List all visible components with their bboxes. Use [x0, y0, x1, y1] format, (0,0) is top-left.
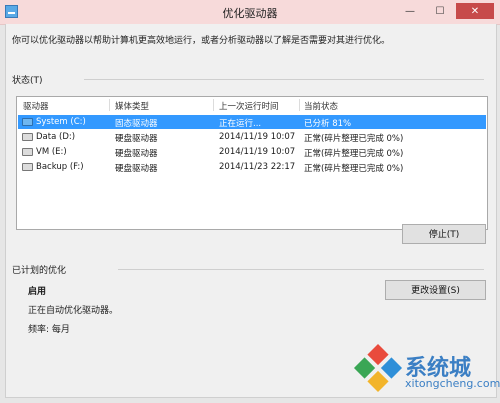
media-type: 硬盘驱动器	[115, 149, 158, 159]
media-type: 硬盘驱动器	[115, 134, 158, 144]
hard-drive-icon	[22, 163, 33, 171]
stop-button[interactable]: 停止(T)	[402, 224, 486, 244]
schedule-state: 启用	[28, 287, 47, 297]
column-divider[interactable]	[109, 99, 110, 111]
column-divider[interactable]	[299, 99, 300, 111]
maximize-button[interactable]: ☐	[426, 3, 454, 19]
last-run: 2014/11/23 22:17	[219, 162, 296, 172]
column-header-last-run[interactable]: 上一次运行时间	[219, 100, 279, 112]
current-status: 正常(碎片整理已完成 0%)	[304, 134, 404, 144]
current-status: 已分析 81%	[304, 119, 352, 129]
column-divider[interactable]	[213, 99, 214, 111]
title-bar: 优化驱动器 — ☐ ✕	[0, 0, 500, 25]
last-run: 正在运行...	[219, 119, 262, 129]
current-status: 正常(碎片整理已完成 0%)	[304, 164, 404, 174]
column-header-current-status[interactable]: 当前状态	[304, 100, 338, 112]
change-settings-button[interactable]: 更改设置(S)	[385, 280, 486, 300]
window-controls: — ☐ ✕	[396, 3, 494, 19]
status-label: 状态(T)	[12, 76, 43, 86]
intro-text: 你可以优化驱动器以帮助计算机更高效地运行，或者分析驱动器以了解是否需要对其进行优…	[12, 36, 391, 46]
drive-name: Data (D:)	[36, 132, 76, 142]
drive-list[interactable]: 驱动器 媒体类型 上一次运行时间 当前状态 System (C:) 固态驱动器 …	[16, 96, 488, 230]
schedule-description: 正在自动优化驱动器。	[28, 306, 119, 316]
scheduled-separator	[118, 269, 484, 270]
drive-row[interactable]: VM (E:) 硬盘驱动器 2014/11/19 10:07 正常(碎片整理已完…	[18, 145, 486, 159]
drive-name: Backup (F:)	[36, 162, 84, 172]
close-button[interactable]: ✕	[456, 3, 494, 19]
drive-row[interactable]: Backup (F:) 硬盘驱动器 2014/11/23 22:17 正常(碎片…	[18, 160, 486, 174]
scheduled-optimization-label: 已计划的优化	[12, 266, 67, 276]
hard-drive-icon	[22, 133, 33, 141]
drive-name: VM (E:)	[36, 147, 67, 157]
drive-name: System (C:)	[36, 117, 86, 127]
drive-row[interactable]: System (C:) 固态驱动器 正在运行... 已分析 81%	[18, 115, 486, 129]
column-header-media-type[interactable]: 媒体类型	[115, 100, 149, 112]
last-run: 2014/11/19 10:07	[219, 147, 296, 157]
drive-row[interactable]: Data (D:) 硬盘驱动器 2014/11/19 10:07 正常(碎片整理…	[18, 130, 486, 144]
watermark-url: xitongcheng.com	[405, 377, 500, 390]
window-content: 你可以优化驱动器以帮助计算机更高效地运行，或者分析驱动器以了解是否需要对其进行优…	[5, 24, 497, 398]
column-header-drive[interactable]: 驱动器	[23, 100, 49, 112]
media-type: 固态驱动器	[115, 119, 158, 129]
current-status: 正常(碎片整理已完成 0%)	[304, 149, 404, 159]
media-type: 硬盘驱动器	[115, 164, 158, 174]
last-run: 2014/11/19 10:07	[219, 132, 296, 142]
schedule-frequency: 频率: 每月	[28, 325, 70, 335]
minimize-button[interactable]: —	[396, 3, 424, 19]
status-separator	[84, 79, 484, 80]
system-drive-icon	[22, 118, 33, 126]
hard-drive-icon	[22, 148, 33, 156]
